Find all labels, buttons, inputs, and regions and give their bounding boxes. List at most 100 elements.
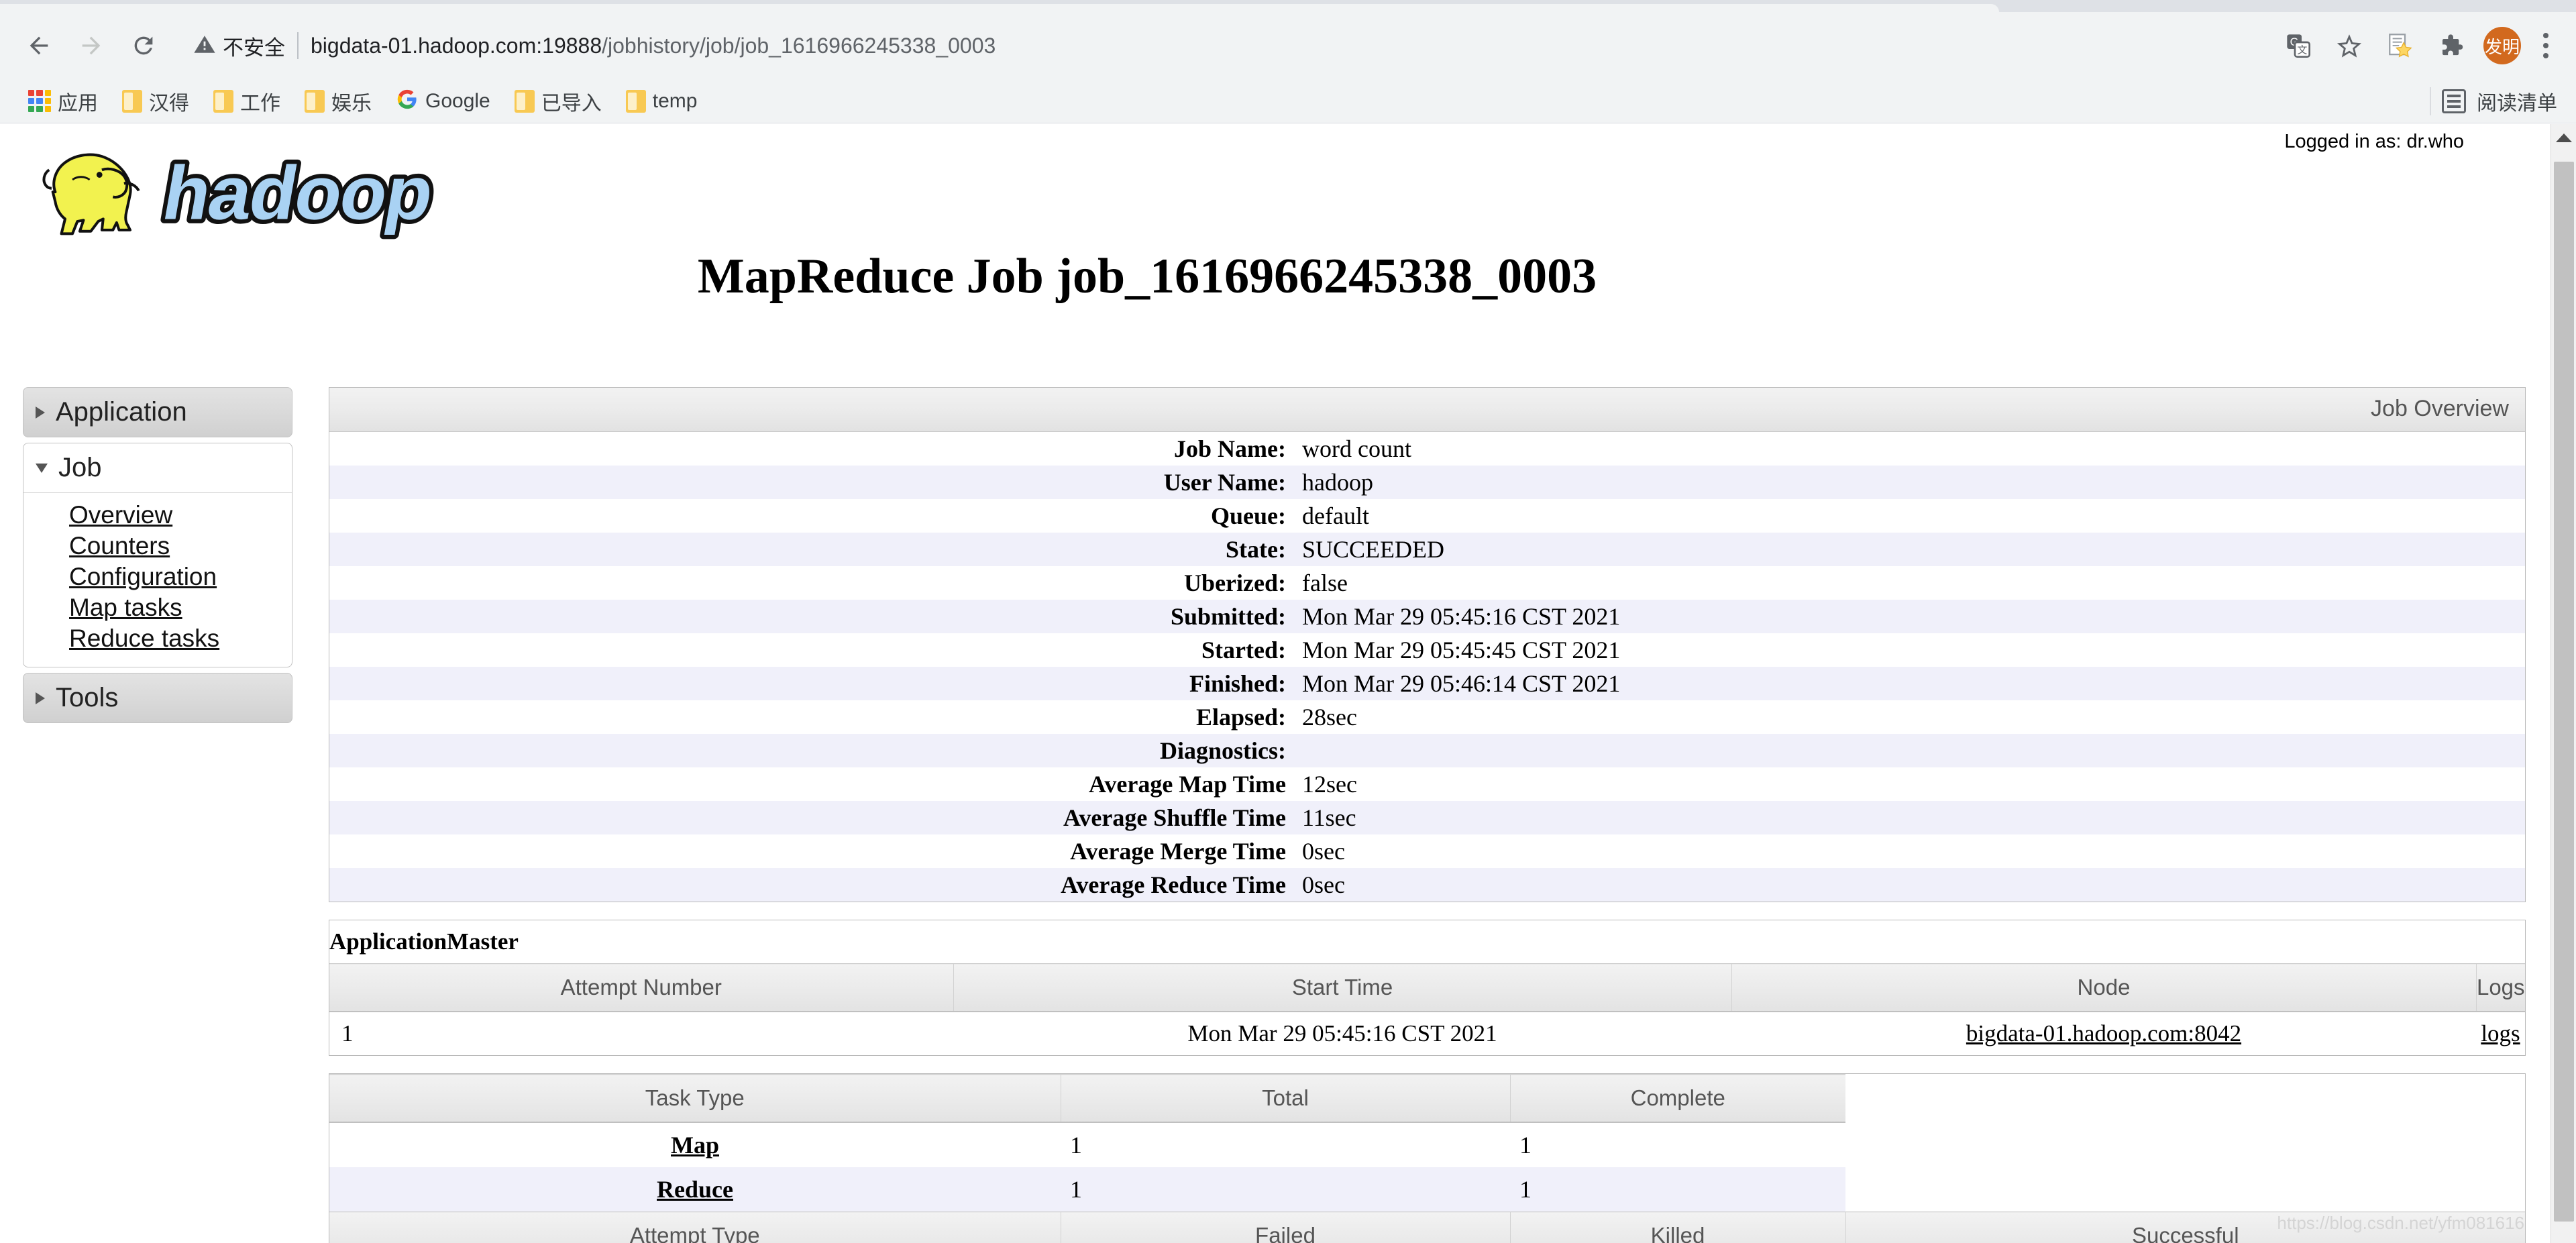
row-label: User Name: — [1163, 469, 1286, 496]
apps-grid-icon — [28, 89, 51, 113]
extensions-puzzle-icon[interactable] — [2428, 23, 2474, 68]
column-header-node: Node — [1731, 963, 2477, 1012]
column-header-attempt-number: Attempt Number — [329, 963, 954, 1012]
sidebar-section-job[interactable]: Job Overview Counters Configuration Map … — [23, 443, 292, 668]
sidebar-item-reduce-tasks[interactable]: Reduce tasks — [69, 623, 292, 654]
reading-list-button[interactable]: 阅读清单 — [2430, 87, 2557, 116]
bookmark-label: 应用 — [58, 92, 98, 115]
table-row: Finished: Mon Mar 29 05:46:14 CST 2021 — [329, 667, 2525, 700]
security-status-label: 不安全 — [223, 36, 285, 60]
reduce-tasks-link[interactable]: Reduce — [657, 1176, 733, 1203]
profile-avatar[interactable]: 发明 — [2483, 27, 2521, 64]
bookmark-item-folder-4[interactable]: 已导入 — [505, 83, 611, 120]
row-value: 0sec — [1302, 871, 1345, 898]
row-label: Finished: — [1189, 670, 1286, 697]
table-row: Average Reduce Time 0sec — [329, 868, 2525, 902]
node-link[interactable]: bigdata-01.hadoop.com:8042 — [1966, 1020, 2241, 1046]
column-header-total: Total — [1061, 1074, 1511, 1123]
svg-text:文: 文 — [2297, 45, 2307, 56]
cell-total: 1 — [1070, 1176, 1082, 1203]
vertical-scrollbar[interactable] — [2551, 124, 2576, 1243]
active-tab[interactable] — [0, 4, 1999, 12]
table-row: Started: Mon Mar 29 05:45:45 CST 2021 — [329, 633, 2525, 667]
bookmark-item-temp[interactable]: temp — [616, 86, 707, 117]
bookmark-item-apps[interactable]: 应用 — [19, 83, 107, 120]
folder-icon — [514, 89, 535, 113]
sidebar-section-header[interactable]: Job — [23, 443, 292, 493]
row-label: State: — [1226, 536, 1286, 563]
cell-task-type: Map — [329, 1122, 1061, 1167]
bookmark-item-folder-2[interactable]: 工作 — [204, 83, 290, 120]
page-title: MapReduce Job job_1616966245338_0003 — [697, 249, 1597, 304]
back-button[interactable] — [15, 21, 63, 70]
url-text: bigdata-01.hadoop.com:19888/jobhistory/j… — [311, 34, 996, 58]
reload-button[interactable] — [119, 21, 168, 70]
chrome-menu-icon[interactable] — [2530, 23, 2561, 68]
table-title-row: ApplicationMaster — [329, 920, 2525, 964]
row-value: hadoop — [1302, 469, 1373, 496]
job-overview-table: Job Name: word count User Name: hadoop Q… — [329, 432, 2525, 902]
browser-window: 不安全 bigdata-01.hadoop.com:19888/jobhisto… — [0, 0, 2576, 1243]
bookmark-label: 汉得 — [149, 92, 189, 115]
row-label: Average Reduce Time — [1061, 871, 1286, 898]
folder-icon — [625, 89, 646, 113]
sidebar-section-label: Job — [58, 453, 102, 482]
logs-link[interactable]: logs — [2481, 1020, 2520, 1046]
folder-icon — [305, 89, 325, 113]
scroll-up-arrow-icon[interactable] — [2555, 133, 2572, 142]
bookmark-star-icon[interactable] — [2326, 23, 2372, 68]
bookmark-label: 娱乐 — [331, 92, 372, 115]
bookmark-label: temp — [652, 89, 698, 112]
bookmark-item-folder-1[interactable]: 汉得 — [113, 83, 199, 120]
sidebar-item-configuration[interactable]: Configuration — [69, 561, 292, 592]
svg-text:hadoop: hadoop — [157, 151, 439, 235]
table-row: Map 1 1 — [329, 1122, 2525, 1167]
google-icon — [396, 88, 419, 114]
row-value: 0sec — [1302, 838, 1345, 865]
watermark: https://blog.csdn.net/yfm081616 — [2277, 1213, 2524, 1233]
sidebar-section-application[interactable]: Application — [23, 387, 292, 437]
hadoop-logo[interactable]: hadoop hadoop — [25, 143, 522, 244]
row-label: Elapsed: — [1195, 704, 1286, 731]
cell-logs: logs — [2476, 1012, 2525, 1055]
row-label: Job Name: — [1174, 435, 1286, 462]
translate-icon[interactable]: G 文 — [2275, 23, 2321, 68]
cell-complete: 1 — [1519, 1132, 1532, 1158]
table-row: Job Name: word count — [329, 432, 2525, 466]
row-value: 12sec — [1302, 771, 1357, 798]
sidebar-item-map-tasks[interactable]: Map tasks — [69, 592, 292, 623]
chevron-right-icon — [36, 406, 45, 419]
cell-attempt-number: 1 — [341, 1020, 354, 1046]
url-path: /jobhistory/job/job_1616966245338_0003 — [602, 33, 996, 58]
bookmark-label: 工作 — [240, 92, 280, 115]
row-label: Submitted: — [1170, 603, 1286, 630]
forward-button[interactable] — [67, 21, 115, 70]
not-secure-icon — [193, 33, 216, 59]
collections-icon[interactable] — [2377, 23, 2423, 68]
scrollbar-thumb[interactable] — [2554, 162, 2574, 1222]
sidebar-section-tools[interactable]: Tools — [23, 673, 292, 724]
table-row: User Name: hadoop — [329, 466, 2525, 499]
bookmark-item-folder-3[interactable]: 娱乐 — [295, 83, 381, 120]
sidebar-item-overview[interactable]: Overview — [69, 500, 292, 531]
sidebar-item-counters[interactable]: Counters — [69, 531, 292, 561]
bookmarks-bar: 应用 汉得 工作 娱乐 Google 已导入 temp 阅读清单 — [0, 79, 2576, 123]
column-header-task-type: Task Type — [329, 1074, 1061, 1123]
row-value: default — [1302, 502, 1369, 529]
address-bar[interactable]: 不安全 bigdata-01.hadoop.com:19888/jobhisto… — [181, 22, 2266, 69]
row-value: 11sec — [1302, 804, 1356, 831]
column-header-start-time: Start Time — [953, 963, 1732, 1012]
row-value: Mon Mar 29 05:45:16 CST 2021 — [1302, 603, 1621, 630]
row-value: 28sec — [1302, 704, 1357, 731]
bookmark-item-google[interactable]: Google — [386, 84, 500, 118]
sidebar-links: Overview Counters Configuration Map task… — [23, 493, 292, 667]
application-master-table: ApplicationMaster Attempt Number Start T… — [329, 920, 2525, 1055]
column-header-attempt-type: Attempt Type — [329, 1211, 1061, 1243]
sidebar-section-header[interactable]: Tools — [23, 673, 292, 722]
tasks-panel: Task Type Total Complete Map 1 1 Reduce — [329, 1073, 2526, 1243]
row-label: Diagnostics: — [1160, 737, 1286, 764]
table-row: Average Shuffle Time 11sec — [329, 801, 2525, 834]
map-tasks-link[interactable]: Map — [671, 1132, 719, 1158]
sidebar-section-header[interactable]: Application — [23, 388, 292, 437]
row-label: Average Merge Time — [1070, 838, 1286, 865]
